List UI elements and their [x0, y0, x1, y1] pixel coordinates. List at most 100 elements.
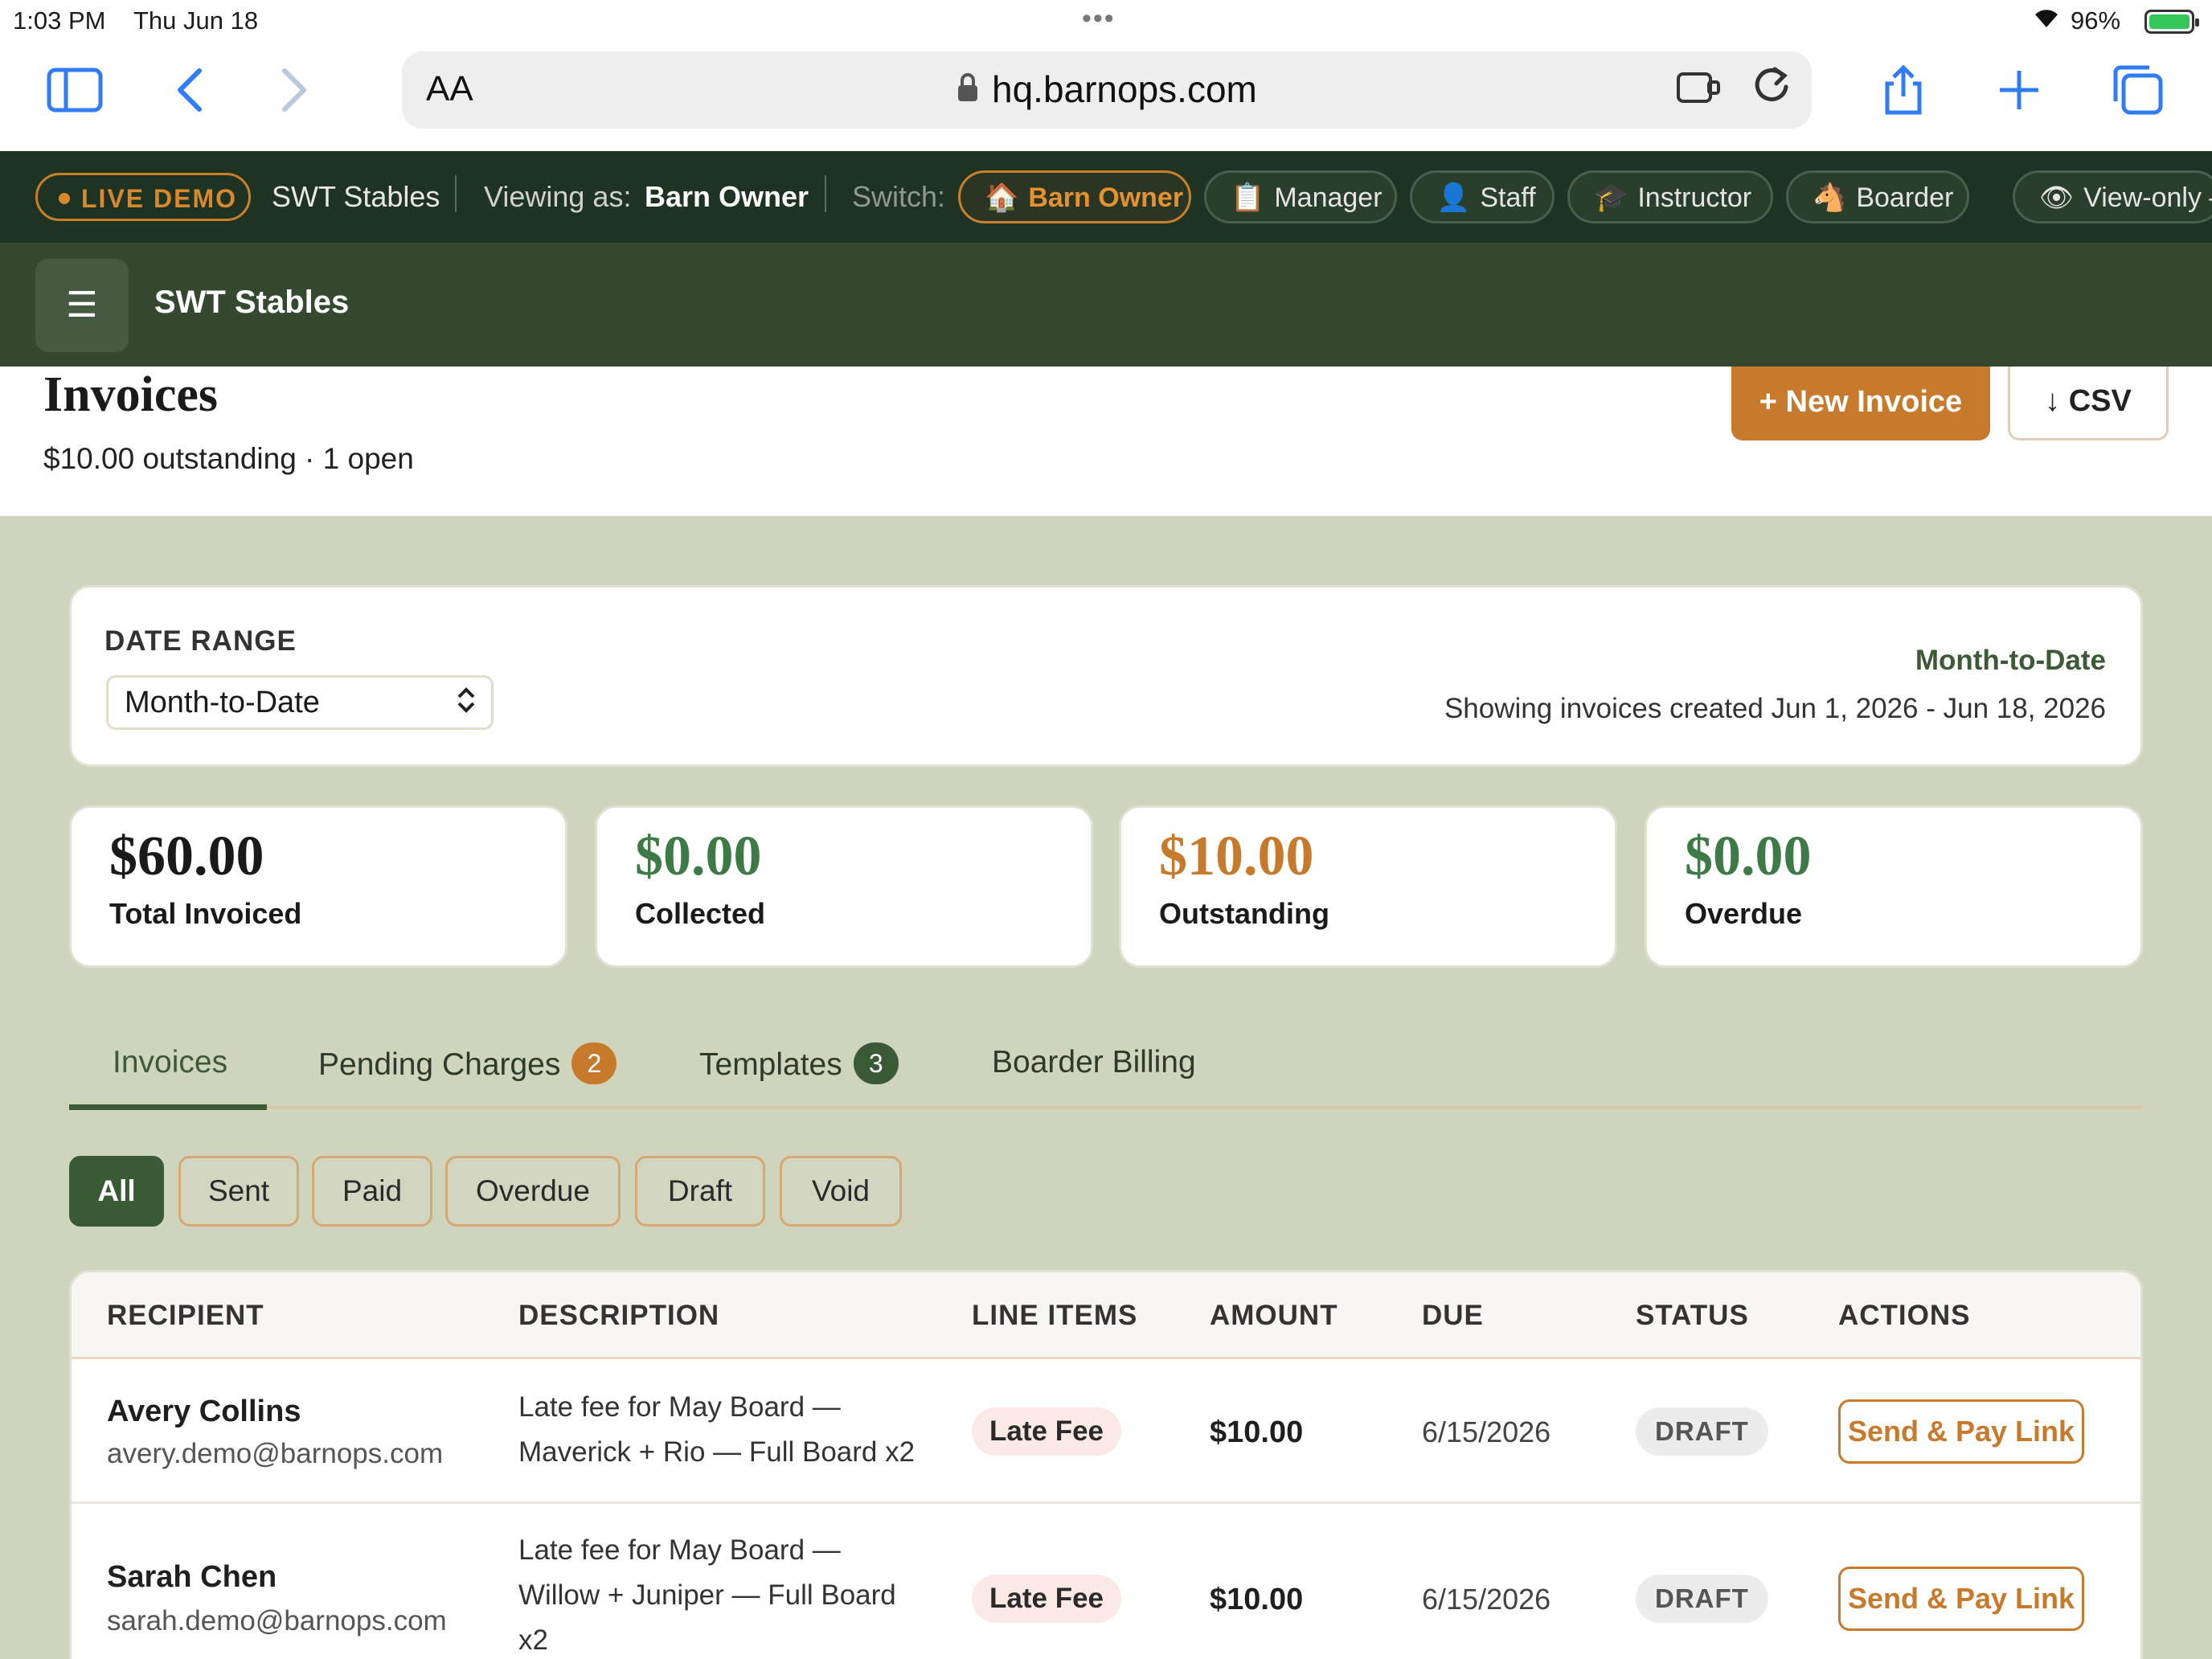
- switch-label: Switch:: [852, 180, 946, 213]
- col-actions: ACTIONS: [1838, 1300, 1971, 1331]
- hamburger-icon: ☰: [66, 285, 98, 325]
- menu-button[interactable]: ☰: [35, 259, 129, 352]
- invoice-due-date: 6/15/2026: [1422, 1583, 1551, 1616]
- wifi-icon: [2032, 5, 2061, 35]
- role-instructor-button[interactable]: 🎓 Instructor: [1567, 170, 1773, 223]
- back-icon[interactable]: [174, 66, 206, 122]
- role-view-only-button[interactable]: 👁 View-only –: [2013, 170, 2212, 223]
- share-icon[interactable]: [1881, 64, 1926, 124]
- eye-icon: 👁: [2039, 182, 2075, 213]
- app-title: SWT Stables: [154, 285, 350, 320]
- viewing-as-label: Viewing as:: [484, 180, 632, 213]
- recipient-email: sarah.demo@barnops.com: [107, 1605, 447, 1636]
- viewing-as-role: Barn Owner: [645, 180, 809, 213]
- role-barn-owner-button[interactable]: 🏠 Barn Owner: [958, 170, 1191, 223]
- status-time: 1:03 PM: [13, 6, 106, 35]
- send-pay-link-button[interactable]: Send & Pay Link: [1838, 1567, 2084, 1631]
- recipient-email: avery.demo@barnops.com: [107, 1438, 444, 1469]
- send-pay-link-button[interactable]: Send & Pay Link: [1838, 1399, 2084, 1464]
- table-row[interactable]: Sarah Chen sarah.demo@barnops.com Late f…: [72, 1504, 2140, 1659]
- tab-boarder-billing[interactable]: Boarder Billing: [992, 1045, 1196, 1080]
- app-header: ☰ SWT Stables: [0, 243, 2212, 367]
- reload-icon[interactable]: [1751, 63, 1792, 118]
- demo-bar: LIVE DEMO SWT Stables Viewing as: Barn O…: [0, 151, 2212, 243]
- status-badge: DRAFT: [1636, 1407, 1768, 1456]
- battery-icon: [2144, 10, 2199, 34]
- demo-org-name: SWT Stables: [272, 180, 440, 213]
- live-demo-badge: LIVE DEMO: [35, 173, 251, 221]
- csv-export-button[interactable]: ↓ CSV: [2008, 367, 2169, 440]
- extension-icon[interactable]: [1675, 66, 1722, 117]
- recipient-name: Sarah Chen: [107, 1560, 277, 1594]
- table-row[interactable]: Avery Collins avery.demo@barnops.com Lat…: [72, 1359, 2140, 1504]
- clipboard-icon: 📋: [1231, 182, 1265, 213]
- line-item-tag: Late Fee: [972, 1575, 1121, 1623]
- tabs-overview-icon[interactable]: [2111, 64, 2164, 124]
- horse-icon: 🐴: [1813, 182, 1847, 213]
- page-subtitle: $10.00 outstanding · 1 open: [43, 442, 414, 475]
- role-staff-button[interactable]: 👤 Staff: [1410, 170, 1555, 223]
- tab-invoices[interactable]: Invoices: [113, 1045, 227, 1080]
- url-text[interactable]: hq.barnops.com: [992, 68, 1257, 111]
- stat-value-total-invoiced: $60.00: [109, 825, 264, 887]
- tab-pending-charges[interactable]: Pending Charges 2: [318, 1043, 617, 1087]
- battery-percent: 96%: [2071, 6, 2121, 35]
- new-invoice-button[interactable]: + New Invoice: [1731, 367, 1990, 440]
- status-bar: 1:03 PM Thu Jun 18 ••• 96%: [0, 0, 2212, 42]
- stat-value-collected: $0.00: [635, 825, 762, 887]
- tab-divider: [69, 1106, 2143, 1109]
- role-manager-button[interactable]: 📋 Manager: [1204, 170, 1397, 223]
- filter-sent[interactable]: Sent: [178, 1156, 299, 1227]
- stat-label-overdue: Overdue: [1685, 897, 1803, 930]
- new-tab-icon[interactable]: [1997, 68, 2042, 121]
- recipient-name: Avery Collins: [107, 1395, 301, 1428]
- page-title: Invoices: [43, 367, 218, 422]
- updown-chevron-icon: [456, 684, 477, 723]
- stat-label-outstanding: Outstanding: [1159, 897, 1329, 930]
- role-boarder-button[interactable]: 🐴 Boarder: [1786, 170, 1969, 223]
- invoice-due-date: 6/15/2026: [1422, 1415, 1551, 1448]
- sidebar-toggle-icon[interactable]: [47, 68, 103, 121]
- filter-void[interactable]: Void: [780, 1156, 902, 1227]
- reader-aa-button[interactable]: AA: [426, 69, 473, 109]
- date-range-select[interactable]: Month-to-Date: [106, 675, 494, 730]
- line-item-tag: Late Fee: [972, 1407, 1121, 1456]
- invoice-amount: $10.00: [1210, 1583, 1304, 1616]
- col-description: DESCRIPTION: [518, 1300, 720, 1331]
- forward-icon[interactable]: [278, 66, 310, 122]
- multitasking-dots-icon[interactable]: •••: [1082, 3, 1116, 35]
- filter-draft[interactable]: Draft: [635, 1156, 765, 1227]
- page-header: Invoices $10.00 outstanding · 1 open + N…: [0, 367, 2212, 516]
- invoice-amount: $10.00: [1210, 1415, 1304, 1449]
- status-date: Thu Jun 18: [133, 6, 259, 35]
- col-status: STATUS: [1636, 1300, 1749, 1331]
- lock-icon: [956, 72, 979, 111]
- date-range-label: DATE RANGE: [104, 625, 297, 657]
- stat-label-collected: Collected: [635, 897, 766, 930]
- pending-charges-count-badge: 2: [571, 1043, 617, 1084]
- col-due: DUE: [1422, 1300, 1484, 1331]
- house-icon: 🏠: [985, 182, 1019, 213]
- tab-templates[interactable]: Templates 3: [699, 1043, 899, 1087]
- table-header: RECIPIENT DESCRIPTION LINE ITEMS AMOUNT …: [72, 1272, 2140, 1359]
- invoice-description: Late fee for May Board — Willow + Juniper…: [518, 1534, 896, 1656]
- filter-all[interactable]: All: [69, 1156, 164, 1227]
- stat-value-overdue: $0.00: [1685, 825, 1812, 887]
- active-tab-indicator: [69, 1104, 267, 1110]
- browser-toolbar: AA hq.barnops.com: [0, 42, 2212, 151]
- person-icon: 👤: [1436, 182, 1471, 213]
- templates-count-badge: 3: [853, 1043, 899, 1084]
- address-bar[interactable]: AA hq.barnops.com: [402, 51, 1812, 129]
- col-amount: AMOUNT: [1210, 1300, 1338, 1331]
- col-recipient: RECIPIENT: [107, 1300, 264, 1331]
- invoice-description: Late fee for May Board — Maverick + Rio —…: [518, 1391, 916, 1468]
- date-range-summary-title: Month-to-Date: [1915, 645, 2106, 676]
- col-line-items: LINE ITEMS: [972, 1300, 1138, 1331]
- stat-value-outstanding: $10.00: [1159, 825, 1314, 887]
- stat-label-total-invoiced: Total Invoiced: [109, 897, 302, 930]
- graduation-cap-icon: 🎓: [1594, 182, 1628, 213]
- filter-paid[interactable]: Paid: [312, 1156, 432, 1227]
- filter-overdue[interactable]: Overdue: [445, 1156, 621, 1227]
- status-badge: DRAFT: [1636, 1575, 1768, 1623]
- invoices-table: RECIPIENT DESCRIPTION LINE ITEMS AMOUNT …: [69, 1270, 2143, 1659]
